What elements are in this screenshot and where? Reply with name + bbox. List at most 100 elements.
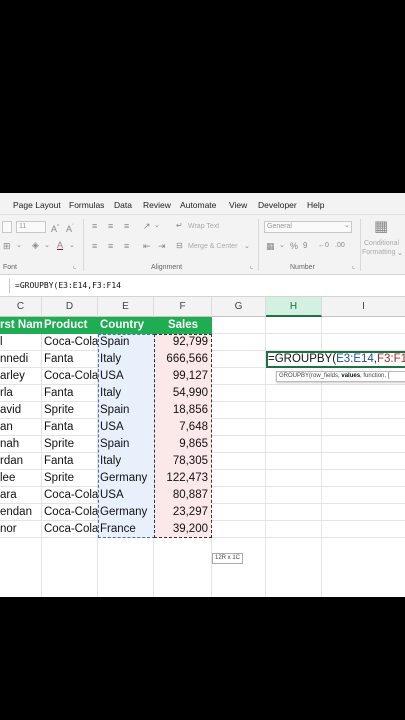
spreadsheet-grid[interactable]: rst Nam Product Country Sales l Coca-Cola… bbox=[0, 317, 405, 597]
align-center-icon[interactable]: ≡ bbox=[108, 241, 113, 251]
cell-product[interactable]: Fanta bbox=[42, 419, 98, 436]
cell-first-name[interactable]: arley bbox=[0, 368, 42, 385]
tab-developer[interactable]: Developer bbox=[258, 200, 297, 210]
header-cell-first-name[interactable]: rst Nam bbox=[0, 317, 42, 334]
number-format-dropdown[interactable]: General bbox=[264, 221, 352, 233]
header-cell-sales[interactable]: Sales bbox=[154, 317, 212, 334]
orientation-dropdown-icon[interactable]: ⌄ bbox=[154, 221, 160, 231]
comma-style-icon[interactable]: 9 bbox=[303, 241, 307, 251]
merge-center-button[interactable]: Merge & Center bbox=[188, 243, 237, 250]
borders-dropdown-icon[interactable]: ⌄ bbox=[16, 241, 22, 251]
sales-range-highlight bbox=[154, 334, 212, 538]
formula-bar[interactable]: =GROUPBY(E3:E14,F3:F14 bbox=[0, 275, 405, 297]
number-format-chevron-icon: ⌄ bbox=[344, 222, 350, 229]
font-size-dropdown[interactable]: 11 bbox=[16, 221, 46, 233]
conditional-formatting-dropdown-icon[interactable]: ⌄ bbox=[397, 249, 403, 259]
cell-first-name[interactable]: nor bbox=[0, 521, 42, 538]
cell-product[interactable]: Fanta bbox=[42, 351, 98, 368]
header-cell-country[interactable]: Country bbox=[98, 317, 154, 334]
alignment-group-label: Alignment bbox=[151, 264, 183, 271]
cell-first-name[interactable]: rdan bbox=[0, 453, 42, 470]
merge-dropdown-icon[interactable]: ⌄ bbox=[244, 242, 250, 252]
cell-first-name[interactable]: nnedi bbox=[0, 351, 42, 368]
fill-color-icon[interactable]: ◈ bbox=[32, 240, 39, 250]
conditional-formatting-label-2[interactable]: Formatting bbox=[362, 249, 395, 256]
tab-review[interactable]: Review bbox=[143, 200, 171, 210]
tab-automate[interactable]: Automate bbox=[180, 200, 216, 210]
tab-page-layout[interactable]: Page Layout bbox=[13, 200, 61, 210]
fill-color-dropdown-icon[interactable]: ⌄ bbox=[44, 241, 50, 251]
cell-first-name[interactable]: rla bbox=[0, 385, 42, 402]
conditional-formatting-label[interactable]: Conditional bbox=[364, 240, 399, 247]
cell-first-name[interactable]: avid bbox=[0, 402, 42, 419]
merge-center-icon[interactable]: ⊟ bbox=[176, 241, 183, 251]
decrease-decimal-icon[interactable]: .00 bbox=[335, 241, 345, 251]
decrease-font-icon[interactable]: Aˇ bbox=[66, 222, 74, 234]
cell-product[interactable]: Coca-Cola bbox=[42, 487, 98, 504]
column-header-c[interactable]: C bbox=[0, 297, 42, 317]
table-header-row: rst Nam Product Country Sales bbox=[0, 317, 405, 334]
conditional-formatting-icon[interactable]: ▦ bbox=[374, 219, 388, 235]
font-color-icon[interactable]: A bbox=[57, 240, 63, 250]
cell-product[interactable]: Coca-Cola bbox=[42, 334, 98, 351]
align-top-icon[interactable]: ≡ bbox=[92, 221, 97, 231]
font-name-dropdown[interactable] bbox=[2, 221, 12, 233]
wrap-text-button[interactable]: Wrap Text bbox=[188, 223, 219, 230]
formula-input[interactable]: =GROUPBY(E3:E14,F3:F14 bbox=[15, 281, 121, 290]
font-group-label: Font bbox=[3, 264, 18, 271]
header-cell-product[interactable]: Product bbox=[42, 317, 98, 334]
excel-window: Page Layout Formulas Data Review Automat… bbox=[0, 193, 405, 597]
tab-data[interactable]: Data bbox=[114, 200, 132, 210]
increase-indent-icon[interactable]: ⇥ bbox=[158, 241, 166, 251]
cell-first-name[interactable]: lee bbox=[0, 470, 42, 487]
wrap-text-icon[interactable]: ↵ bbox=[176, 221, 183, 231]
country-range-highlight bbox=[98, 334, 155, 538]
column-header-g[interactable]: G bbox=[212, 297, 266, 317]
tab-formulas[interactable]: Formulas bbox=[69, 200, 104, 210]
number-dialog-launcher-icon[interactable]: ⌞ bbox=[352, 262, 355, 272]
function-tooltip[interactable]: GROUPBY(row_fields, values, function, [ bbox=[276, 371, 405, 382]
active-cell-formula[interactable]: =GROUPBY(E3:E14,F3:F14 bbox=[268, 352, 405, 367]
cell-product[interactable]: Coca-Cola bbox=[42, 368, 98, 385]
tab-help[interactable]: Help bbox=[307, 200, 324, 210]
selection-size-badge: 12R x 1C bbox=[212, 553, 244, 564]
cell-product[interactable]: Coca-Cola bbox=[42, 521, 98, 538]
column-header-e[interactable]: E bbox=[98, 297, 154, 317]
align-right-icon[interactable]: ≡ bbox=[124, 241, 129, 251]
align-bottom-icon[interactable]: ≡ bbox=[124, 221, 129, 231]
font-color-dropdown-icon[interactable]: ⌄ bbox=[69, 241, 75, 251]
ribbon: 11 A^ Aˇ ⊞ ⌄ ◈ ⌄ A ⌄ Font ⌞ ≡ ≡ ≡ ↗ ⌄ ↵ … bbox=[0, 215, 405, 275]
cell-product[interactable]: Sprite bbox=[42, 436, 98, 453]
cell-product[interactable]: Sprite bbox=[42, 402, 98, 419]
accounting-dropdown-icon[interactable]: ⌄ bbox=[279, 241, 285, 251]
align-left-icon[interactable]: ≡ bbox=[92, 241, 97, 251]
number-group-label: Number bbox=[290, 264, 315, 271]
ribbon-separator bbox=[258, 219, 259, 271]
column-header-d[interactable]: D bbox=[42, 297, 98, 317]
cell-first-name[interactable]: an bbox=[0, 419, 42, 436]
column-header-h[interactable]: H bbox=[266, 297, 322, 317]
tab-view[interactable]: View bbox=[229, 200, 247, 210]
alignment-dialog-launcher-icon[interactable]: ⌞ bbox=[250, 262, 253, 272]
percent-style-icon[interactable]: % bbox=[290, 241, 298, 251]
cell-product[interactable]: Fanta bbox=[42, 453, 98, 470]
column-header-f[interactable]: F bbox=[154, 297, 212, 317]
increase-font-icon[interactable]: A^ bbox=[51, 222, 59, 234]
cell-first-name[interactable]: nah bbox=[0, 436, 42, 453]
accounting-format-icon[interactable]: ▦ bbox=[266, 241, 275, 251]
borders-icon[interactable]: ⊞ bbox=[3, 241, 11, 251]
column-header-i[interactable]: I bbox=[322, 297, 405, 317]
align-middle-icon[interactable]: ≡ bbox=[108, 221, 113, 231]
cell-product[interactable]: Coca-Cola bbox=[42, 504, 98, 521]
cell-product[interactable]: Sprite bbox=[42, 470, 98, 487]
cell-first-name[interactable]: ara bbox=[0, 487, 42, 504]
orientation-icon[interactable]: ↗ bbox=[143, 221, 151, 231]
column-headers: C D E F G H I bbox=[0, 297, 405, 317]
font-dialog-launcher-icon[interactable]: ⌞ bbox=[73, 262, 76, 272]
cell-first-name[interactable]: l bbox=[0, 334, 42, 351]
cell-first-name[interactable]: endan bbox=[0, 504, 42, 521]
cell-product[interactable]: Fanta bbox=[42, 385, 98, 402]
decrease-indent-icon[interactable]: ⇤ bbox=[143, 241, 151, 251]
ribbon-separator bbox=[83, 219, 84, 271]
increase-decimal-icon[interactable]: ←0 bbox=[318, 241, 329, 251]
